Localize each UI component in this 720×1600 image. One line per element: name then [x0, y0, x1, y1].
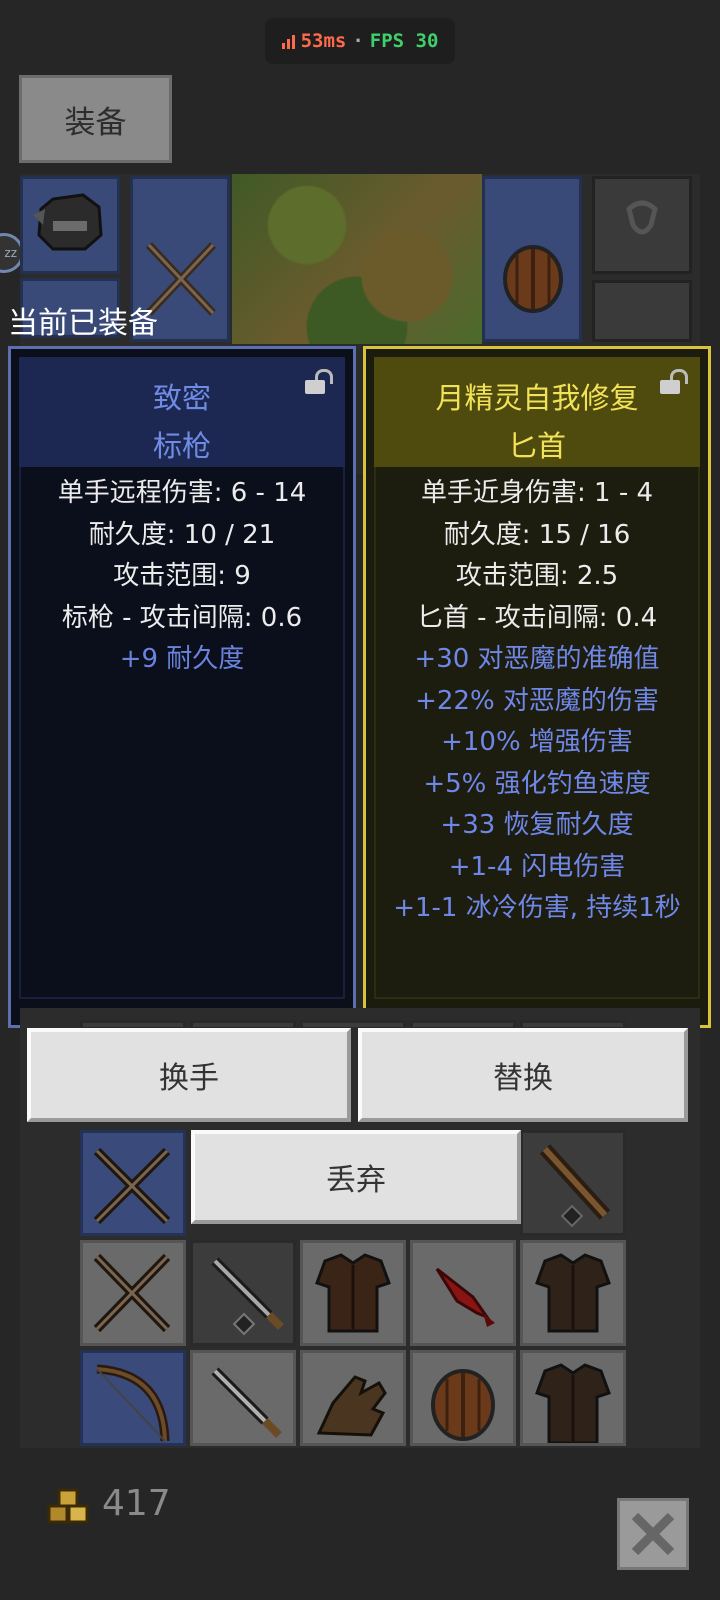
- unlock-icon[interactable]: [660, 369, 688, 395]
- item-name-prefix: 月精灵自我修复: [435, 381, 639, 415]
- red-fish-icon: [435, 1267, 495, 1327]
- item-type: 匕首: [507, 429, 566, 463]
- card-header: 致密 标枪: [19, 357, 345, 467]
- signal-icon: [281, 33, 295, 49]
- stat-line: 匕首 - 攻击间隔: 0.4: [416, 602, 658, 633]
- close-icon: [631, 1512, 675, 1556]
- stat-line: 耐久度: 15 / 16: [443, 519, 631, 550]
- crossed-javelins-icon: [93, 1253, 171, 1333]
- stat-line: 攻击范围: 2.5: [455, 561, 619, 591]
- ring-slot[interactable]: [592, 280, 692, 342]
- bonus-line: +10% 增强伤害: [441, 727, 633, 757]
- network-indicator: 53ms · FPS 30: [265, 18, 455, 64]
- selected-item-card: 月精灵自我修复 匕首 单手近身伤害: 1 - 4 耐久度: 15 / 16 攻击…: [363, 346, 711, 1028]
- bonus-line: +33 恢复耐久度: [440, 810, 634, 840]
- inventory-slot[interactable]: [410, 1240, 516, 1346]
- bonus-line: +1-1 冰冷伤害, 持续1秒: [393, 893, 681, 923]
- leather-armor-icon: [535, 1363, 611, 1445]
- glove-icon: [316, 1375, 387, 1437]
- bonus-line: +9 耐久度: [119, 644, 245, 674]
- helmet-icon: [33, 193, 103, 251]
- inventory-slot[interactable]: [300, 1350, 406, 1446]
- stat-line: 攻击范围: 9: [113, 561, 251, 591]
- bonus-line: +1-4 闪电伤害: [448, 851, 626, 882]
- bow-icon: [96, 1364, 170, 1442]
- inventory-slot[interactable]: [410, 1350, 516, 1446]
- separator: ·: [352, 30, 364, 52]
- bonus-line: +5% 强化钓鱼速度: [423, 768, 651, 799]
- leather-armor-icon: [535, 1253, 611, 1333]
- status-bar: 53ms · FPS 30: [0, 0, 720, 78]
- leather-armor-icon: [315, 1253, 391, 1333]
- inventory-slot[interactable]: [190, 1240, 296, 1346]
- shield-icon: [503, 245, 563, 313]
- amulet-icon: [626, 200, 658, 235]
- close-button[interactable]: [617, 1498, 689, 1570]
- helmet-slot[interactable]: [20, 176, 120, 274]
- gold-icon: [47, 1488, 89, 1524]
- crossed-javelins-icon: [93, 1147, 171, 1225]
- inventory-slot[interactable]: [520, 1130, 626, 1236]
- shield-icon: [431, 1369, 495, 1441]
- bonus-line: +30 对恶魔的准确值: [414, 644, 660, 674]
- discard-button[interactable]: 丢弃: [191, 1130, 521, 1224]
- unlock-icon[interactable]: [305, 369, 333, 395]
- replace-button[interactable]: 替换: [358, 1028, 688, 1122]
- item-type: 标枪: [152, 429, 211, 463]
- dagger-icon: [211, 1367, 282, 1438]
- gold-amount: 417: [102, 1483, 171, 1524]
- tab-equipment[interactable]: 装备: [19, 75, 172, 163]
- ping-value: 53ms: [300, 30, 347, 52]
- item-stats: 单手远程伤害: 6 - 14 耐久度: 10 / 21 攻击范围: 9 标枪 -…: [11, 473, 353, 681]
- inventory-slot[interactable]: [80, 1130, 186, 1236]
- inventory-slot[interactable]: [520, 1240, 626, 1346]
- item-name-prefix: 致密: [152, 381, 211, 415]
- inventory-slot[interactable]: [80, 1240, 186, 1346]
- amulet-slot[interactable]: [592, 176, 692, 274]
- inventory-slot[interactable]: [190, 1350, 296, 1446]
- equipped-item-card: 致密 标枪 单手远程伤害: 6 - 14 耐久度: 10 / 21 攻击范围: …: [8, 346, 356, 1028]
- inventory-slot[interactable]: [520, 1350, 626, 1446]
- inventory-slot[interactable]: [80, 1350, 186, 1446]
- bonus-line: +22% 对恶魔的伤害: [415, 685, 659, 716]
- card-header: 月精灵自我修复 匕首: [374, 357, 700, 467]
- stat-line: 单手远程伤害: 6 - 14: [57, 478, 307, 508]
- swap-hand-button[interactable]: 换手: [27, 1028, 351, 1122]
- inventory-slot[interactable]: [300, 1240, 406, 1346]
- stat-line: 单手近身伤害: 1 - 4: [420, 478, 654, 508]
- stat-line: 耐久度: 10 / 21: [88, 519, 276, 550]
- club-icon: [539, 1144, 611, 1228]
- dagger-icon: [211, 1257, 284, 1336]
- item-stats: 单手近身伤害: 1 - 4 耐久度: 15 / 16 攻击范围: 2.5 匕首 …: [366, 473, 708, 930]
- stat-line: 标枪 - 攻击间隔: 0.6: [61, 602, 303, 633]
- offhand-slot[interactable]: [482, 176, 582, 342]
- world-map-preview: [232, 174, 482, 344]
- fps-value: FPS 30: [369, 30, 439, 52]
- equipped-label: 当前已装备: [8, 306, 158, 341]
